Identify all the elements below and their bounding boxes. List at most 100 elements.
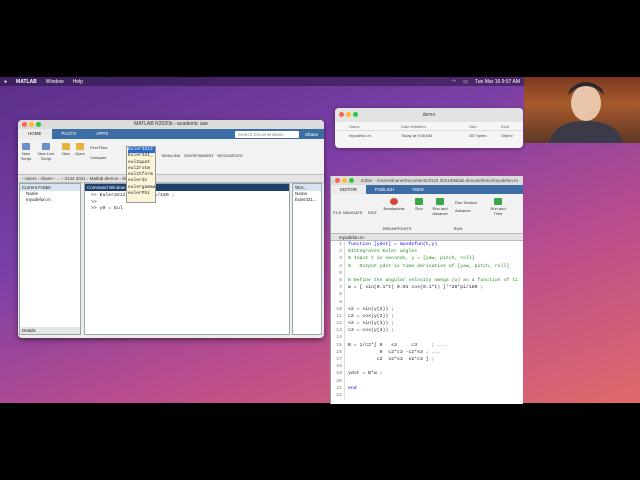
tab-apps[interactable]: APPS bbox=[86, 129, 118, 139]
code-line[interactable]: 9 bbox=[331, 298, 523, 306]
line-number[interactable]: 4 bbox=[331, 262, 345, 270]
menu-app-name[interactable]: MATLAB bbox=[16, 79, 37, 85]
line-number[interactable]: 17 bbox=[331, 356, 345, 364]
column-kind[interactable]: Kind bbox=[501, 122, 509, 130]
search-documentation-input[interactable]: Search Documentation bbox=[234, 130, 299, 138]
minimize-window-button[interactable] bbox=[342, 178, 347, 183]
navigate-group[interactable]: NAVIGATE bbox=[343, 210, 363, 215]
line-number[interactable]: 14 bbox=[331, 334, 345, 342]
line-number[interactable]: 15 bbox=[331, 341, 345, 349]
edit-group[interactable]: EDIT bbox=[368, 210, 377, 215]
run-button[interactable]: Run bbox=[413, 198, 425, 211]
column-date-modified[interactable]: Date Modified bbox=[401, 122, 469, 130]
line-number[interactable]: 8 bbox=[331, 291, 345, 299]
autocomplete-item[interactable]: eulerPhi bbox=[128, 191, 155, 197]
compare-button[interactable]: Compare bbox=[90, 155, 120, 160]
close-window-button[interactable] bbox=[335, 178, 340, 183]
code-line[interactable]: 12 s3 = sin(y(3)) ; bbox=[331, 320, 523, 328]
code-line[interactable]: 19 ydot = B*w ; bbox=[331, 370, 523, 378]
run-and-advance-button[interactable]: Run and Advance bbox=[429, 198, 451, 216]
code-line[interactable]: 1 function [ydot] = myodefun(t,y) bbox=[331, 241, 523, 249]
run-section-button[interactable]: Run Section bbox=[455, 200, 487, 205]
line-number[interactable]: 9 bbox=[331, 298, 345, 306]
code-line[interactable]: 21 end bbox=[331, 384, 523, 392]
line-number[interactable]: 2 bbox=[331, 248, 345, 256]
line-number[interactable]: 10 bbox=[331, 305, 345, 313]
code-line[interactable]: 16 0 c2*c3 -c2*s3 ; ... bbox=[331, 348, 523, 356]
find-files-button[interactable]: Find Files bbox=[90, 145, 120, 150]
code-line[interactable]: 10 s2 = sin(y(2)) ; bbox=[331, 305, 523, 313]
close-window-button[interactable] bbox=[22, 122, 27, 127]
simulink-group[interactable]: SIMULINK bbox=[160, 153, 182, 158]
code-line[interactable]: 2 %Integrates Euler angles bbox=[331, 248, 523, 256]
code-line[interactable]: 6% Define the angular velocity omega (w)… bbox=[331, 276, 523, 285]
line-number[interactable]: 20 bbox=[331, 377, 345, 385]
code-line[interactable]: 18 bbox=[331, 363, 523, 371]
environment-group[interactable]: ENVIRONMENT bbox=[184, 153, 214, 158]
finder-row[interactable]: myodefun.m Today at 9:08 AM 457 bytes Ob… bbox=[335, 131, 523, 140]
code-area[interactable]: 1 function [ydot] = myodefun(t,y) 2 %Integr… bbox=[331, 241, 523, 400]
line-number[interactable]: 11 bbox=[331, 312, 345, 321]
tab-publish[interactable]: PUBLISH bbox=[366, 185, 403, 194]
apple-icon[interactable]: ● bbox=[4, 79, 7, 85]
run-and-time-button[interactable]: Run and Time bbox=[487, 198, 509, 216]
file-group[interactable]: FILE bbox=[333, 210, 341, 215]
open-button[interactable]: Open bbox=[74, 143, 86, 156]
new-script-button[interactable]: New Script bbox=[20, 143, 32, 161]
code-line[interactable]: 13 c3 = cos(y(3)) ; bbox=[331, 327, 523, 335]
line-number[interactable]: 21 bbox=[331, 384, 345, 392]
battery-icon[interactable]: ▭ bbox=[463, 79, 468, 85]
column-name[interactable]: Name bbox=[349, 122, 401, 130]
close-window-button[interactable] bbox=[339, 112, 344, 117]
code-line[interactable]: 17 c2 s2*s3 s2*c3 ] ; bbox=[331, 356, 523, 364]
line-number[interactable]: 7 bbox=[331, 284, 345, 292]
code-line[interactable]: 4% Output ydot is time derivative of [ya… bbox=[331, 262, 523, 270]
line-number[interactable]: 16 bbox=[331, 348, 345, 356]
autocomplete-item[interactable]: Euler321_ bbox=[128, 153, 155, 159]
code-line[interactable]: 22 bbox=[331, 391, 523, 400]
code-line[interactable]: 15 B = 1/c2*[ 0 s3 c3 ; ... bbox=[331, 341, 523, 349]
line-number[interactable]: 3 bbox=[331, 255, 345, 263]
tab-view[interactable]: VIEW bbox=[403, 185, 433, 194]
workspace-item[interactable]: Euler321... bbox=[295, 197, 321, 203]
command-window[interactable]: Command Window >> Euler3212 ... [0]*pi/1… bbox=[84, 183, 290, 335]
tab-plots[interactable]: PLOTS bbox=[52, 129, 87, 139]
zoom-window-button[interactable] bbox=[36, 122, 41, 127]
code-line[interactable]: 14 bbox=[331, 334, 523, 342]
minimize-window-button[interactable] bbox=[346, 112, 351, 117]
line-number[interactable]: 12 bbox=[331, 320, 345, 328]
tab-home[interactable]: HOME bbox=[18, 129, 52, 139]
breakpoints-button[interactable]: Breakpoints bbox=[381, 198, 407, 211]
resources-group[interactable]: RESOURCES bbox=[216, 153, 244, 158]
menu-window[interactable]: Window bbox=[46, 79, 64, 85]
line-number[interactable]: 13 bbox=[331, 327, 345, 335]
code-line[interactable]: 11 c2 = cos(y(2)) ; bbox=[331, 312, 523, 321]
line-number[interactable]: 19 bbox=[331, 370, 345, 378]
column-size[interactable]: Size bbox=[469, 122, 501, 130]
zoom-window-button[interactable] bbox=[349, 178, 354, 183]
new-live-script-button[interactable]: New Live Script bbox=[36, 143, 56, 161]
minimize-window-button[interactable] bbox=[29, 122, 34, 127]
line-number[interactable]: 1 bbox=[331, 241, 345, 249]
user-menu[interactable]: Shane bbox=[299, 132, 324, 137]
menu-help[interactable]: Help bbox=[73, 79, 83, 85]
new-button[interactable]: New bbox=[60, 143, 72, 156]
line-number[interactable]: 22 bbox=[331, 391, 345, 400]
wifi-icon[interactable]: ◠ bbox=[452, 79, 456, 85]
line-number[interactable]: 6 bbox=[331, 276, 345, 285]
code-line[interactable]: 20 bbox=[331, 377, 523, 385]
code-line[interactable]: 3% Input t is seconds, y = [yaw, pitch, … bbox=[331, 255, 523, 263]
editor-file-tab[interactable]: myodefun.m bbox=[331, 234, 523, 241]
address-bar[interactable]: › Users › shane › ... › 3144 2021 › Matl… bbox=[18, 175, 324, 183]
menubar-clock[interactable]: Tue Mar 16 9:57 AM bbox=[475, 79, 520, 85]
line-number[interactable]: 18 bbox=[331, 363, 345, 371]
file-item[interactable]: myodefun.m bbox=[26, 197, 80, 203]
code-line[interactable]: 8 bbox=[331, 291, 523, 299]
advance-button[interactable]: Advance bbox=[455, 208, 487, 213]
zoom-window-button[interactable] bbox=[353, 112, 358, 117]
tab-editor[interactable]: EDITOR bbox=[331, 185, 366, 194]
details-panel[interactable]: Details bbox=[20, 327, 80, 334]
command-prompt[interactable]: >> y0 = Eul bbox=[91, 206, 283, 213]
line-number[interactable]: 5 bbox=[331, 269, 345, 277]
code-line[interactable]: 7w = [ sin(0.1*t) 0.01 cos(0.1*t) ]'*20*… bbox=[331, 284, 523, 292]
